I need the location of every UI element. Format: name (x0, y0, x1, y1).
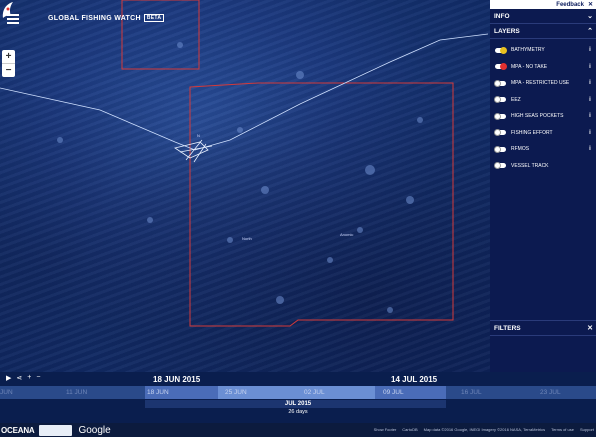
layer-label: VESSEL TRACK (511, 162, 549, 169)
zoom-out-icon[interactable]: − (36, 374, 40, 382)
info-icon[interactable]: i (587, 130, 593, 136)
mpa-boundary-main (189, 82, 454, 327)
layer-row-mpa-restricted: MPA - RESTRICTED USE i (490, 75, 596, 92)
layers-section-header[interactable]: LAYERS ⌃ (490, 24, 596, 39)
timebar-tick: 02 JUL (304, 389, 325, 396)
info-icon[interactable]: i (587, 80, 593, 86)
layers-label: LAYERS (494, 27, 520, 35)
layer-toggle[interactable] (494, 96, 506, 104)
info-icon[interactable]: i (587, 97, 593, 103)
feedback-bar: Feedback ✕ (490, 0, 596, 9)
layer-row-bathymetry: BATHYMETRY i (490, 42, 596, 59)
oceana-logo: OCEANA (1, 425, 35, 435)
timebar-controls: ▶ ⋖ + − (6, 374, 40, 382)
zoom-in-icon[interactable]: + (27, 374, 31, 382)
timebar-start-date[interactable]: 18 JUN 2015 (153, 375, 200, 384)
layer-label: BATHYMETRY (511, 47, 545, 54)
timebar-tick: 11 JUN (66, 389, 88, 396)
terms-link[interactable]: Terms of use (551, 427, 574, 432)
toggle-knob (494, 162, 501, 170)
info-icon[interactable]: i (587, 47, 593, 53)
map-attribution: Map data ©2016 Google, INEGI Imagery ©20… (423, 427, 546, 432)
footer-links: Show Footer CartoDB Map data ©2016 Googl… (374, 427, 594, 432)
toggle-knob (494, 96, 501, 104)
chevron-up-icon: ⌃ (587, 28, 593, 35)
close-icon: ✕ (587, 325, 593, 332)
layer-row-rfmos: RFMOS i (490, 141, 596, 158)
layer-toggle[interactable] (494, 129, 506, 137)
place-label-anomic: Anomic (340, 232, 354, 237)
toggle-knob (494, 129, 501, 137)
place-label-north: North (242, 236, 252, 241)
map-overlays (0, 0, 489, 327)
toggle-knob (494, 112, 501, 120)
toggle-knob (494, 79, 501, 87)
beta-badge: BETA (143, 14, 165, 22)
layer-toggle[interactable] (494, 145, 506, 153)
layer-toggle[interactable] (494, 79, 506, 87)
info-section-header[interactable]: INFO ⌄ (490, 9, 596, 24)
layer-row-mpa-no-take: MPA - NO TAKE i (490, 59, 596, 76)
timebar-span: 26 days (288, 409, 308, 415)
info-icon[interactable]: i (587, 64, 593, 70)
layer-row-fishing-effort: FISHING EFFORT i (490, 125, 596, 142)
skytruth-logo (39, 424, 73, 436)
vessel-track-cluster (174, 139, 213, 163)
timebar-tick: 16 JUL (461, 389, 482, 396)
timebar: ▶ ⋖ + − 18 JUN 2015 14 JUL 2015 JUN 11 J… (0, 372, 596, 423)
timebar-tick: 23 JUL (540, 389, 561, 396)
filters-section-header[interactable]: FILTERS ✕ (490, 320, 596, 336)
layer-toggle[interactable] (494, 112, 506, 120)
layer-label: MPA - NO TAKE (511, 63, 548, 70)
app-title-text: GLOBAL FISHING WATCH (48, 15, 141, 22)
timebar-tick: JUN (0, 389, 13, 396)
zoom-in-button[interactable]: + (2, 50, 15, 63)
zoom-out-button[interactable]: − (2, 63, 15, 77)
layer-row-eez: EEZ i (490, 92, 596, 109)
layer-label: FISHING EFFORT (511, 129, 553, 136)
layer-toggle[interactable] (494, 162, 506, 170)
footer: OCEANA Google Show Footer CartoDB Map da… (0, 423, 596, 437)
toggle-knob (500, 63, 507, 71)
timebar-track[interactable]: JUN 11 JUN 18 JUN 25 JUN 02 JUL 09 JUL 1… (0, 386, 596, 399)
place-label-n: N (197, 133, 200, 138)
feedback-link[interactable]: Feedback (556, 2, 584, 8)
cartodb-link[interactable]: CartoDB (402, 427, 417, 432)
layer-label: RFMOS (511, 146, 530, 153)
info-icon[interactable]: i (587, 146, 593, 152)
play-icon[interactable]: ▶ (6, 374, 11, 382)
share-icon[interactable]: ⋖ (16, 374, 22, 382)
info-icon[interactable]: i (587, 113, 593, 119)
chevron-down-icon: ⌄ (587, 13, 593, 20)
layer-toggle[interactable] (495, 63, 507, 71)
support-link[interactable]: Support (580, 427, 594, 432)
toggle-knob (500, 46, 507, 54)
google-logo: Google (78, 424, 111, 436)
layer-row-high-seas-pockets: HIGH SEAS POCKETS i (490, 108, 596, 125)
timebar-tick: 18 JUN (147, 389, 169, 396)
timebar-tick: 25 JUN (225, 389, 247, 396)
map-canvas[interactable]: N North Anomic GLOBAL FISHING WATCH BETA … (0, 0, 490, 372)
control-panel: Feedback ✕ INFO ⌄ LAYERS ⌃ BATHYMETRY i … (490, 0, 596, 372)
layer-toggle[interactable] (495, 46, 507, 54)
info-label: INFO (494, 12, 510, 20)
layer-label: HIGH SEAS POCKETS (511, 113, 564, 120)
menu-bar-icon (7, 22, 19, 24)
timebar-tick: 09 JUL (383, 389, 404, 396)
layer-label: MPA - RESTRICTED USE (511, 80, 570, 87)
zoom-control: + − (2, 50, 15, 77)
mpa-boundary-north (121, 0, 200, 70)
layer-row-vessel-track: VESSEL TRACK (490, 158, 596, 175)
filters-label: FILTERS (494, 324, 521, 332)
timebar-month: JUL 2015 (284, 401, 312, 407)
layer-label: EEZ (511, 96, 521, 103)
vessel-track-line (0, 33, 489, 151)
timebar-end-date[interactable]: 14 JUL 2015 (391, 375, 437, 384)
close-icon[interactable]: ✕ (588, 1, 593, 8)
layers-list: BATHYMETRY i MPA - NO TAKE i MPA - RESTR… (490, 39, 596, 174)
show-footer-link[interactable]: Show Footer (374, 427, 397, 432)
gfw-fish-logo-icon (2, 2, 13, 18)
toggle-knob (494, 145, 501, 153)
app-title: GLOBAL FISHING WATCH BETA (48, 14, 165, 22)
